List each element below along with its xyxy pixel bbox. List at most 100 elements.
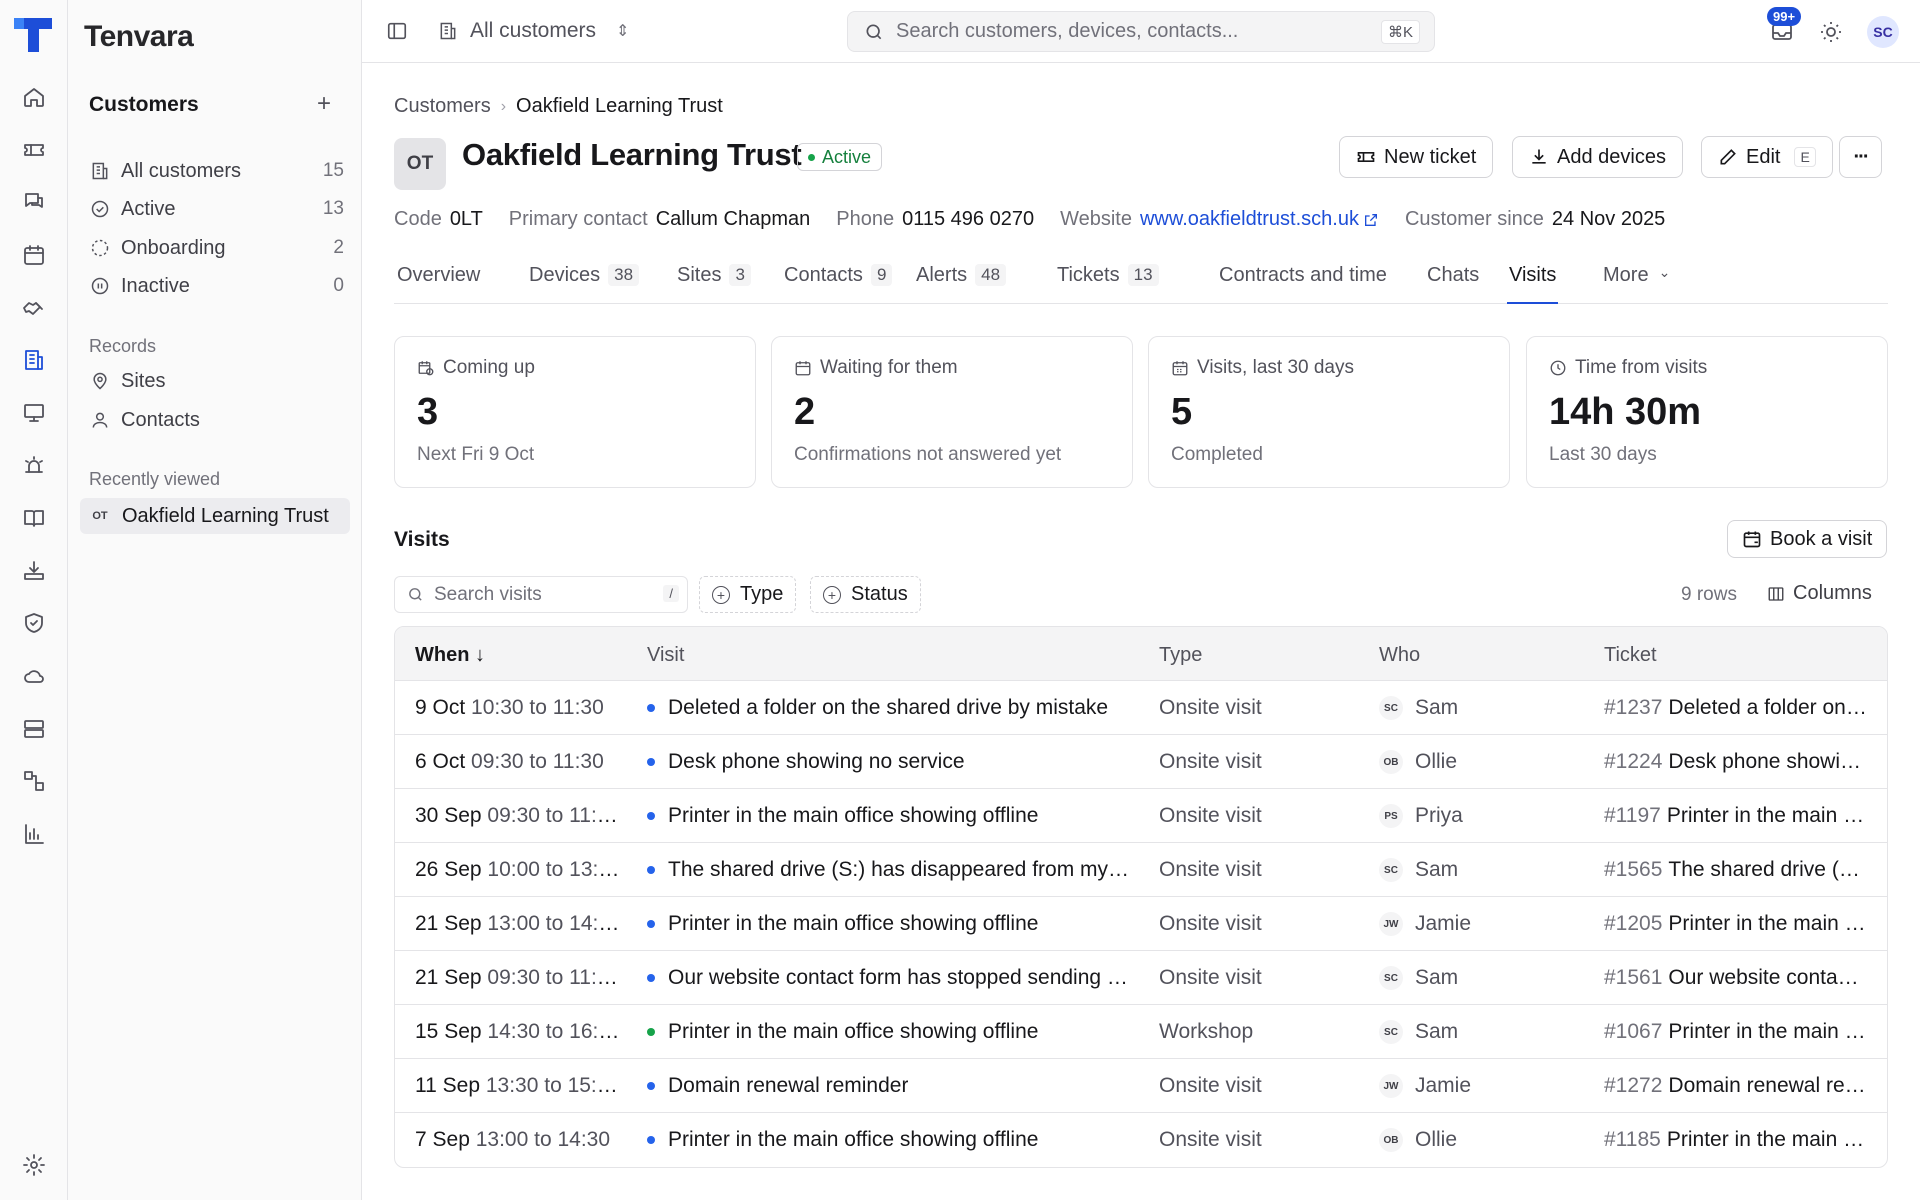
alarm-icon[interactable] (20, 452, 48, 480)
column-when[interactable]: When ↓ (415, 644, 485, 667)
recent-item-oakfield[interactable]: OT Oakfield Learning Trust (80, 498, 350, 534)
customer-phone[interactable]: 0115 496 0270 (902, 208, 1034, 231)
cell-ticket[interactable]: #1205Printer in the main office showing … (1604, 912, 1869, 936)
tab-chats[interactable]: Chats (1427, 258, 1479, 304)
tab-devices[interactable]: Devices 38 (529, 258, 640, 304)
cell-ticket[interactable]: #1237Deleted a folder on the shared driv… (1604, 696, 1869, 720)
cell-ticket[interactable]: #1565The shared drive (S:) has disappear… (1604, 858, 1869, 882)
sidebar-item-inactive[interactable]: Inactive 0 (89, 270, 344, 302)
server-icon[interactable] (20, 715, 48, 743)
scope-switcher[interactable]: All customers ⇕ (438, 16, 629, 46)
tab-contracts[interactable]: Contracts and time (1219, 258, 1387, 304)
filter-status-button[interactable]: + Status (810, 576, 921, 613)
stat-card-visits-30d: Visits, last 30 days 5 Completed (1148, 336, 1510, 488)
home-icon[interactable] (20, 83, 48, 111)
ticket-title: The shared drive (S:) has disappeared (1668, 858, 1869, 881)
cell-visit[interactable]: Domain renewal reminder (647, 1074, 1132, 1098)
table-row[interactable]: 21 Sep 13:00 to 14:30 Printer in the main… (395, 897, 1887, 951)
cell-ticket[interactable]: #1185Printer in the main office showing … (1604, 1128, 1869, 1152)
cell-visit[interactable]: Printer in the main office showing offli… (647, 1020, 1132, 1044)
stat-label: Waiting for them (820, 357, 958, 378)
tab-contacts[interactable]: Contacts 9 (784, 258, 893, 304)
table-row[interactable]: 6 Oct 09:30 to 11:30 Desk phone showing n… (395, 735, 1887, 789)
cell-ticket[interactable]: #1197Printer in the main office showing … (1604, 804, 1869, 828)
global-search-input[interactable]: Search customers, devices, contacts... ⌘… (847, 11, 1435, 52)
tab-sites[interactable]: Sites 3 (677, 258, 751, 304)
sidebar-item-onboarding[interactable]: Onboarding 2 (89, 232, 344, 264)
table-row[interactable]: 15 Sep 14:30 to 16:30 Printer in the main… (395, 1005, 1887, 1059)
column-type[interactable]: Type (1159, 644, 1202, 667)
table-row[interactable]: 7 Sep 13:00 to 14:30 Printer in the main … (395, 1113, 1887, 1167)
technician-name: Ollie (1415, 1128, 1458, 1151)
cell-ticket[interactable]: #1272Domain renewal reminder (1604, 1074, 1869, 1098)
table-row[interactable]: 9 Oct 10:30 to 11:30 Deleted a folder on … (395, 681, 1887, 735)
stat-label-row: Coming up (417, 357, 535, 379)
cell-visit[interactable]: Printer in the main office showing offli… (647, 1128, 1132, 1152)
tab-alerts[interactable]: Alerts 48 (916, 258, 1007, 304)
cell-type: Onsite visit (1159, 1074, 1262, 1097)
book-icon[interactable] (20, 504, 48, 532)
add-devices-button[interactable]: Add devices (1512, 136, 1683, 178)
chat-icon[interactable] (20, 188, 48, 216)
cell-visit[interactable]: Desk phone showing no service (647, 750, 1132, 774)
add-customer-button[interactable]: + (310, 90, 338, 118)
dashed-circle-icon (89, 237, 111, 259)
toggle-sidebar-icon[interactable] (386, 20, 408, 42)
tab-tickets[interactable]: Tickets 13 (1057, 258, 1159, 304)
column-who[interactable]: Who (1379, 644, 1420, 667)
tab-overview[interactable]: Overview (397, 258, 480, 304)
cell-visit[interactable]: Printer in the main office showing offli… (647, 804, 1132, 828)
primary-contact[interactable]: Callum Chapman (656, 208, 811, 231)
monitor-icon[interactable] (20, 399, 48, 427)
table-row[interactable]: 11 Sep 13:30 to 15:30 Domain renewal remi… (395, 1059, 1887, 1113)
tab-visits[interactable]: Visits (1507, 258, 1559, 304)
new-ticket-button[interactable]: New ticket (1339, 136, 1494, 178)
ticket-icon[interactable] (20, 136, 48, 164)
cell-visit[interactable]: Printer in the main office showing offli… (647, 912, 1132, 936)
tab-more[interactable]: More ⌄ (1603, 258, 1670, 304)
sidebar-item-count: 15 (322, 160, 344, 181)
more-actions-button[interactable]: ··· (1839, 136, 1882, 178)
table-row[interactable]: 26 Sep 10:00 to 13:00 The shared drive (S… (395, 843, 1887, 897)
building-icon (440, 22, 456, 40)
edit-button[interactable]: Edit E (1701, 136, 1833, 178)
sidebar-item-sites[interactable]: Sites (89, 365, 344, 397)
shield-icon[interactable] (20, 609, 48, 637)
breadcrumb-customers[interactable]: Customers (394, 95, 491, 118)
user-avatar[interactable]: SC (1867, 16, 1899, 48)
cell-when: 21 Sep 13:00 to 14:30 (415, 912, 620, 936)
cloud-icon[interactable] (20, 662, 48, 690)
handshake-icon[interactable] (20, 294, 48, 322)
visits-search-input[interactable]: Search visits / (394, 576, 688, 613)
tab-label: More (1603, 264, 1649, 286)
settings-icon[interactable] (20, 1151, 48, 1179)
sidebar-item-contacts[interactable]: Contacts (89, 404, 344, 436)
building-icon[interactable] (20, 346, 48, 374)
workflow-icon[interactable] (20, 767, 48, 795)
column-ticket[interactable]: Ticket (1604, 644, 1657, 667)
cell-ticket[interactable]: #1561Our website contact form has stoppe… (1604, 966, 1869, 990)
cell-visit[interactable]: Deleted a folder on the shared drive by … (647, 696, 1132, 720)
cell-when: 15 Sep 14:30 to 16:30 (415, 1020, 620, 1044)
sidebar-item-label: Active (121, 197, 176, 220)
book-visit-button[interactable]: Book a visit (1727, 520, 1888, 558)
cell-ticket[interactable]: #1067Printer in the main office showing … (1604, 1020, 1869, 1044)
table-row[interactable]: 30 Sep 09:30 to 11:30 Printer in the main… (395, 789, 1887, 843)
cell-visit[interactable]: The shared drive (S:) has disappeared fr… (647, 858, 1132, 882)
columns-button[interactable]: Columns (1767, 582, 1872, 605)
sidebar-item-all-customers[interactable]: All customers 15 (89, 155, 344, 187)
cell-when: 6 Oct 09:30 to 11:30 (415, 750, 620, 774)
cell-visit[interactable]: Our website contact form has stopped sen… (647, 966, 1132, 990)
table-row[interactable]: 21 Sep 09:30 to 11:30 Our website contact… (395, 951, 1887, 1005)
filter-type-button[interactable]: + Type (699, 576, 797, 613)
website-link[interactable]: www.oakfieldtrust.sch.uk (1140, 208, 1379, 231)
sidebar-item-active[interactable]: Active 13 (89, 193, 344, 225)
download-tray-icon[interactable] (20, 557, 48, 585)
chart-icon[interactable] (20, 820, 48, 848)
cell-ticket[interactable]: #1224Desk phone showing no service (1604, 750, 1869, 774)
column-visit[interactable]: Visit (647, 644, 684, 667)
check-circle-icon (89, 198, 111, 220)
tenvara-logo[interactable] (14, 16, 52, 54)
calendar-icon[interactable] (20, 241, 48, 269)
theme-toggle-icon[interactable] (1819, 20, 1843, 44)
